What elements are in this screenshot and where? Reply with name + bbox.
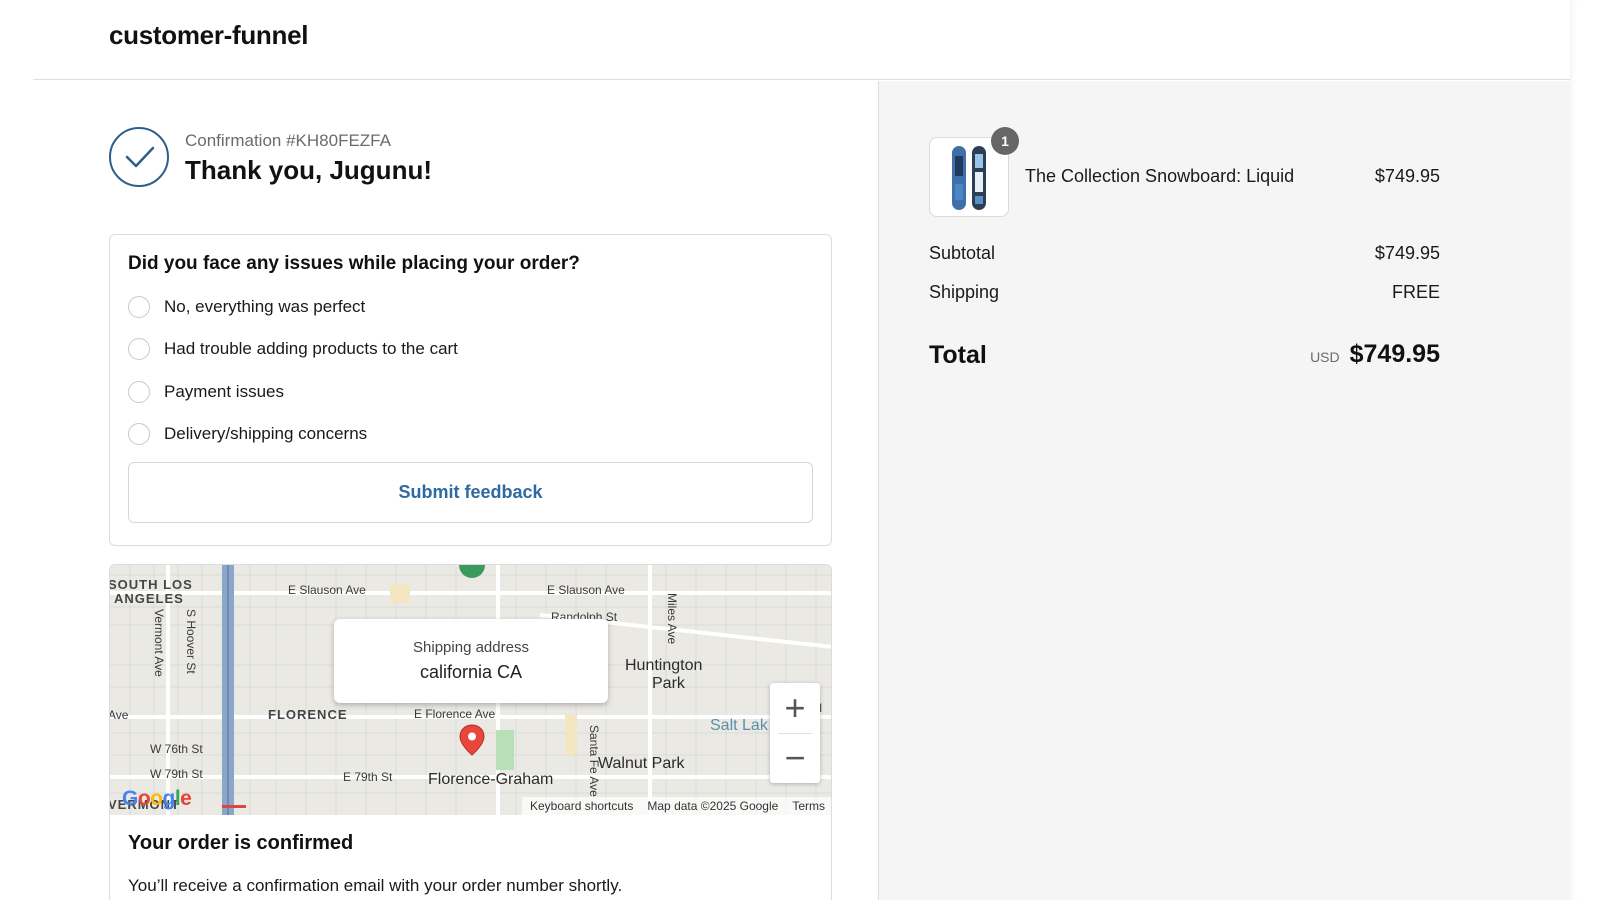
subtotal-value: $749.95 — [1374, 243, 1440, 263]
quantity-badge: 1 — [991, 127, 1019, 155]
feedback-survey: Did you face any issues while placing yo… — [109, 234, 832, 546]
thank-you-heading: Thank you, Jugunu! — [185, 155, 432, 185]
survey-option-label: No, everything was perfect — [164, 297, 366, 316]
subtotal-label: Subtotal — [929, 243, 996, 263]
tooltip-title: Shipping address — [413, 639, 529, 656]
map-label: Vermont Ave — [152, 609, 166, 677]
terms-link[interactable]: Terms — [792, 799, 825, 813]
main-column: Confirmation #KH80FEZFA Thank you, Jugun… — [33, 81, 878, 900]
order-confirmed-heading: Your order is confirmed — [128, 832, 354, 854]
map-label: Ave — [110, 708, 129, 722]
map-label: Florence-Graham — [428, 771, 554, 788]
radio-button[interactable] — [128, 338, 150, 360]
map-label: E Slauson Ave — [288, 583, 366, 597]
shipping-value: FREE — [1391, 282, 1440, 302]
map-label: Walnut Park — [598, 755, 685, 772]
zoom-out-button[interactable]: − — [770, 733, 820, 783]
map-label: ANGELES — [114, 591, 184, 606]
radio-button[interactable] — [128, 381, 150, 403]
google-logo: Google — [122, 787, 192, 810]
radio-button[interactable] — [128, 296, 150, 318]
map-label: S Hoover St — [184, 609, 198, 674]
map-label: E Slauson Ave — [547, 583, 625, 597]
radio-button[interactable] — [128, 423, 150, 445]
map-label: Miles Ave — [665, 593, 679, 645]
map-label: E 79th St — [343, 770, 393, 784]
map-label: Park — [652, 675, 685, 692]
survey-option-label: Payment issues — [164, 382, 284, 401]
confirmation-number: Confirmation #KH80FEZFA — [185, 131, 391, 150]
order-summary: 1 The Collection Snowboard: Liquid $749.… — [878, 81, 1570, 900]
map-label: W 76th St — [150, 742, 203, 756]
zoom-in-button[interactable]: + — [770, 683, 820, 733]
header: customer-funnel — [0, 0, 1570, 80]
map-label: SOUTH LOS — [110, 577, 193, 592]
window-edge — [1570, 0, 1600, 900]
map-label: Salt Lak — [710, 717, 768, 734]
store-brand[interactable]: customer-funnel — [109, 20, 308, 51]
shipping-label: Shipping — [929, 282, 1000, 302]
survey-question: Did you face any issues while placing yo… — [128, 253, 580, 274]
map-pin-icon[interactable] — [459, 724, 485, 761]
map-footer: Keyboard shortcuts Map data ©2025 Google… — [522, 797, 831, 815]
shipping-map[interactable]: SOUTH LOS ANGELES E Slauson Ave E Slauso… — [110, 565, 831, 815]
checkmark-icon — [109, 127, 169, 187]
survey-option-label: Had trouble adding products to the cart — [164, 339, 458, 358]
tooltip-address: california CA — [419, 662, 523, 682]
product-price: $749.95 — [1374, 166, 1440, 186]
map-label: FLORENCE — [268, 707, 348, 722]
currency-code: USD — [1310, 349, 1340, 365]
map-label: E Florence Ave — [414, 707, 496, 721]
product-name: The Collection Snowboard: Liquid — [1025, 166, 1295, 186]
total-amount: USD $749.95 — [1310, 340, 1440, 369]
submit-feedback-button[interactable]: Submit feedback — [128, 462, 813, 523]
keyboard-shortcuts-link[interactable]: Keyboard shortcuts — [530, 799, 633, 813]
survey-option-label: Delivery/shipping concerns — [164, 424, 368, 443]
total-value: $749.95 — [1349, 340, 1440, 368]
checkout-confirmation-page: customer-funnel Confirmation #KH80FEZFA … — [0, 0, 1600, 900]
survey-option-delivery[interactable]: Delivery/shipping concerns — [128, 422, 367, 446]
map-label: W 79th St — [150, 767, 203, 781]
order-confirmed-message: You’ll receive a confirmation email with… — [128, 876, 623, 895]
map-data-attribution: Map data ©2025 Google — [647, 799, 779, 813]
total-label: Total — [929, 341, 987, 369]
survey-option-perfect[interactable]: No, everything was perfect — [128, 295, 365, 319]
survey-option-payment[interactable]: Payment issues — [128, 380, 284, 404]
map-zoom-control: + − — [770, 683, 820, 783]
order-status-card: SOUTH LOS ANGELES E Slauson Ave E Slauso… — [109, 564, 832, 900]
survey-option-cart-trouble[interactable]: Had trouble adding products to the cart — [128, 337, 458, 361]
header-divider-mask — [0, 79, 33, 81]
map-label: Huntington — [625, 657, 703, 674]
shipping-address-tooltip: Shipping address california CA — [334, 619, 608, 703]
